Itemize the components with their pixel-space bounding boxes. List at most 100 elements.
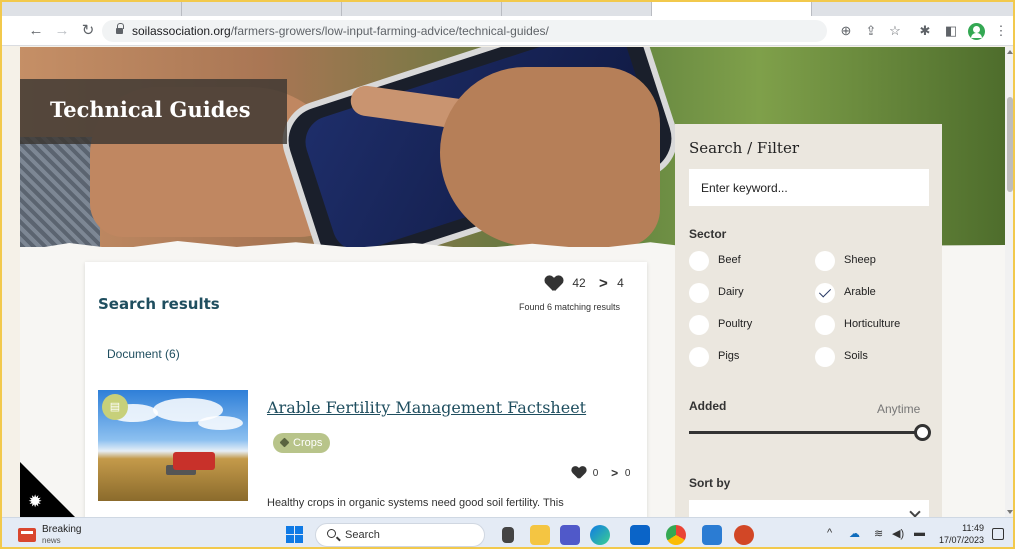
- likes-count: 42: [572, 275, 586, 290]
- document-type-icon: ▤: [102, 394, 128, 420]
- added-label: Added: [689, 399, 727, 413]
- windows-start-icon[interactable]: [286, 526, 303, 543]
- bookmark-star-icon[interactable]: ☆: [886, 22, 904, 40]
- taskbar-search-box[interactable]: Search: [315, 523, 485, 547]
- sector-checkbox[interactable]: [689, 347, 709, 367]
- result-excerpt: Healthy crops in organic systems need go…: [267, 497, 564, 509]
- browser-tab-active[interactable]: [652, 2, 812, 16]
- task-view-icon[interactable]: [502, 527, 514, 543]
- back-arrow-icon[interactable]: ←: [26, 21, 46, 41]
- sector-option-label: Pigs: [718, 350, 740, 362]
- chrome-icon[interactable]: [666, 525, 686, 545]
- scroll-down-arrow-icon[interactable]: [1007, 510, 1013, 514]
- url-path: /farmers-growers/low-input-farming-advic…: [230, 24, 549, 38]
- sector-option-label: Sheep: [844, 254, 876, 266]
- onedrive-cloud-icon[interactable]: ☁: [849, 527, 860, 540]
- shares-count: 4: [617, 275, 624, 290]
- reload-icon[interactable]: ↻: [78, 21, 98, 41]
- side-panel-icon[interactable]: ◧: [942, 22, 960, 40]
- like-heart-icon[interactable]: [545, 276, 563, 292]
- sector-checkbox[interactable]: [689, 315, 709, 335]
- result-title-link[interactable]: Arable Fertility Management Factsheet: [267, 398, 586, 417]
- browser-tab[interactable]: [342, 2, 502, 16]
- scrollbar-thumb[interactable]: [1007, 97, 1013, 192]
- document-count-tab[interactable]: Document (6): [107, 347, 180, 361]
- page-title: Technical Guides: [50, 97, 251, 122]
- sector-option-label: Poultry: [718, 318, 753, 330]
- sector-option-label: Beef: [718, 254, 741, 266]
- edge-icon[interactable]: [590, 525, 610, 545]
- browser-menu-icon[interactable]: ⋮: [992, 22, 1010, 40]
- browser-tab-strip: [2, 2, 1013, 16]
- browser-tab[interactable]: [502, 2, 652, 16]
- news-title: Breaking: [42, 524, 82, 535]
- outlook-icon[interactable]: [630, 525, 650, 545]
- lock-icon[interactable]: [116, 23, 124, 35]
- notification-icon[interactable]: [992, 528, 1004, 540]
- file-explorer-icon[interactable]: [530, 525, 550, 545]
- sector-checkbox[interactable]: [815, 315, 835, 335]
- extensions-puzzle-icon[interactable]: ✱: [916, 22, 934, 40]
- news-widget[interactable]: Breaking news: [18, 524, 108, 547]
- search-results-card: Search results 42 > 4 Found 6 matching r…: [85, 262, 647, 517]
- profile-avatar-icon[interactable]: [968, 23, 985, 40]
- share-icon[interactable]: >: [599, 275, 608, 292]
- result-shares-count: 0: [624, 467, 631, 479]
- forward-arrow-icon[interactable]: →: [52, 21, 72, 41]
- sector-option-label: Soils: [844, 350, 868, 362]
- filter-panel: Search / Filter Sector Beef Sheep Dairy …: [675, 124, 942, 517]
- page-viewport: Technical Guides Search results 42 > 4 F…: [20, 47, 1005, 517]
- scroll-up-arrow-icon[interactable]: [1007, 50, 1013, 54]
- sector-checkbox[interactable]: [815, 347, 835, 367]
- url-host: soilassociation.org: [132, 24, 231, 38]
- results-heading: Search results: [98, 295, 220, 313]
- sort-by-select[interactable]: [689, 500, 929, 517]
- result-stats: 0 > 0: [570, 465, 631, 481]
- clock-date: 17/07/2023: [938, 535, 984, 545]
- gear-icon[interactable]: ✹: [28, 492, 42, 512]
- browser-tab[interactable]: [182, 2, 342, 16]
- found-count-text: Found 6 matching results: [519, 302, 621, 312]
- sector-label: Sector: [689, 227, 727, 241]
- like-heart-icon[interactable]: [572, 467, 586, 480]
- sector-option-label: Dairy: [718, 286, 744, 298]
- hero-title-box: Technical Guides: [20, 79, 287, 144]
- sector-option-label: Horticulture: [844, 318, 901, 330]
- sort-by-label: Sort by: [689, 476, 731, 490]
- teams-icon[interactable]: [560, 525, 580, 545]
- zoom-icon[interactable]: ⊕: [837, 22, 855, 40]
- taskbar-search-label: Search: [345, 529, 380, 541]
- filter-heading: Search / Filter: [689, 139, 799, 157]
- battery-icon[interactable]: ▬: [914, 527, 925, 539]
- news-subtitle: news: [42, 536, 61, 545]
- sector-checkbox-checked[interactable]: [815, 283, 835, 303]
- news-icon: [18, 528, 36, 542]
- screen: ← → ↻ soilassociation.org/farmers-grower…: [0, 0, 1015, 549]
- sector-checkbox[interactable]: [689, 283, 709, 303]
- added-slider-handle[interactable]: [914, 424, 931, 441]
- keyword-search-input[interactable]: [689, 169, 929, 206]
- browser-tab[interactable]: [22, 2, 182, 16]
- share-icon[interactable]: >: [611, 466, 618, 480]
- powerpoint-icon[interactable]: [734, 525, 754, 545]
- system-clock[interactable]: 11:49 17/07/2023: [934, 522, 984, 546]
- search-icon: [327, 529, 336, 538]
- result-thumbnail[interactable]: ▤: [98, 390, 248, 501]
- notepad-icon[interactable]: [702, 525, 722, 545]
- chevron-down-icon: [909, 506, 921, 517]
- windows-taskbar: Breaking news Search ^ ☁ ≋ ◀) ▬ 11:49 17…: [2, 517, 1013, 547]
- result-likes-count: 0: [592, 467, 599, 479]
- browser-toolbar: ← → ↻ soilassociation.org/farmers-grower…: [2, 16, 1013, 46]
- tray-chevron-up-icon[interactable]: ^: [827, 527, 832, 539]
- address-bar[interactable]: soilassociation.org/farmers-growers/low-…: [102, 20, 827, 42]
- sector-option-label: Arable: [844, 286, 876, 298]
- added-slider-track[interactable]: [689, 431, 923, 434]
- wifi-icon[interactable]: ≋: [874, 527, 883, 540]
- share-page-icon[interactable]: ⇪: [862, 22, 880, 40]
- sector-checkbox[interactable]: [689, 251, 709, 271]
- page-scrollbar[interactable]: [1005, 47, 1013, 517]
- clock-time: 11:49: [962, 523, 984, 533]
- volume-icon[interactable]: ◀): [892, 527, 904, 540]
- result-tag-crops[interactable]: Crops: [273, 433, 331, 453]
- sector-checkbox[interactable]: [815, 251, 835, 271]
